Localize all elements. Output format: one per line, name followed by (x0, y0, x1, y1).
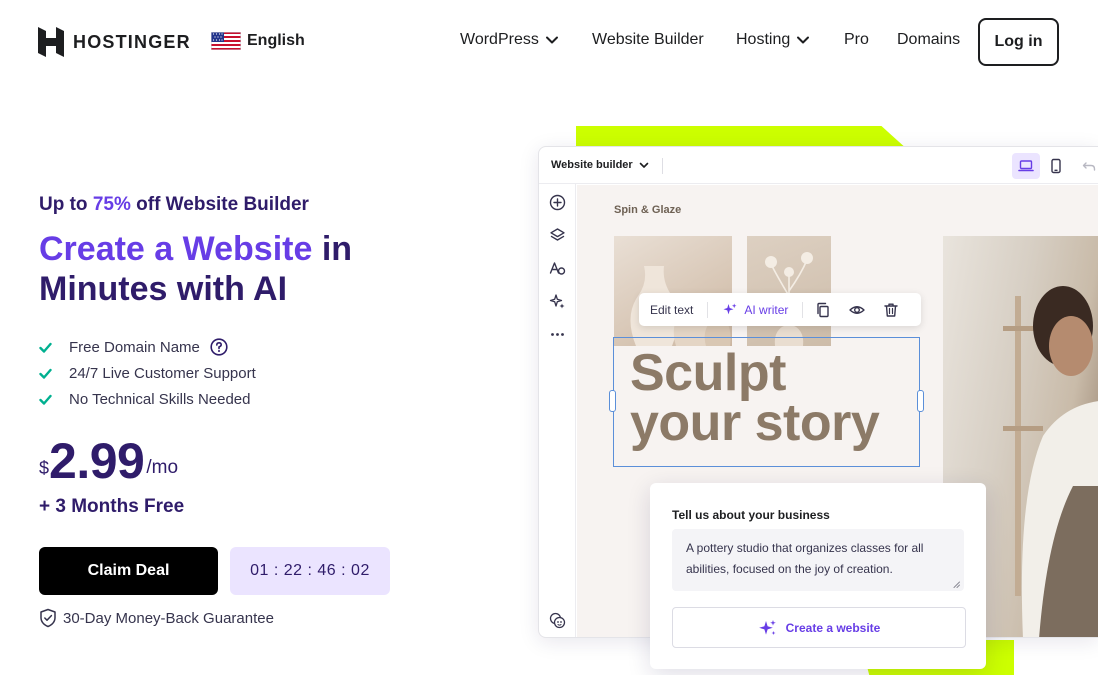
vases-illustration (630, 266, 731, 346)
more-icon[interactable] (549, 326, 566, 343)
hostinger-logo-link[interactable]: HOSTINGER (38, 27, 191, 57)
nav-domains[interactable]: Domains (897, 31, 960, 49)
bonus-text: + 3 Months Free (39, 496, 185, 517)
promo-text: Up to 75% off Website Builder (39, 194, 309, 216)
topbar-divider (662, 158, 663, 174)
headline-accent: Create a Website (39, 230, 313, 268)
site-brand-name: Spin & Glaze (614, 204, 682, 216)
promo-prefix: Up to (39, 194, 93, 215)
sparkles-icon[interactable] (549, 293, 566, 310)
ai-writer-label: AI writer (744, 302, 789, 317)
toolbar-divider (802, 301, 804, 318)
desktop-icon (1018, 160, 1034, 172)
promo-suffix: off Website Builder (130, 194, 309, 215)
headline-rest-2: Minutes with AI (39, 270, 288, 308)
create-website-label: Create a website (785, 620, 881, 635)
selected-text-block[interactable]: Sculpt your story (609, 337, 924, 467)
nav-pro[interactable]: Pro (844, 31, 869, 49)
resize-handle-left[interactable] (609, 390, 616, 412)
undo-icon (1082, 162, 1096, 171)
dried-flowers-image (747, 236, 831, 346)
ai-writer-button[interactable]: AI writer (722, 302, 788, 318)
shield-icon (40, 608, 56, 628)
check-icon (39, 368, 52, 379)
feature-label: 24/7 Live Customer Support (69, 364, 256, 382)
hostinger-logo-icon (38, 27, 64, 57)
site-header: HOSTINGER English WordPress Website Buil… (0, 0, 1098, 84)
feature-list: Free Domain Name 24/7 Live Customer Supp… (39, 334, 256, 412)
sparkles-icon (723, 303, 737, 314)
flowers-illustration (765, 252, 813, 346)
business-description-textarea[interactable]: A pottery studio that organizes classes … (672, 529, 964, 591)
price-period: /mo (146, 457, 179, 478)
builder-mode-label: Website builder (551, 159, 633, 171)
typography-icon[interactable] (549, 260, 566, 277)
chevron-down-icon (639, 162, 649, 168)
nav-pro-label: Pro (844, 31, 869, 48)
feature-item: Free Domain Name (39, 334, 256, 360)
claim-deal-button[interactable]: Claim Deal (39, 547, 218, 595)
language-label: English (247, 32, 305, 49)
site-headline-line-2: your story (630, 394, 880, 452)
nav-domains-label: Domains (897, 31, 961, 48)
site-headline: Sculpt your story (630, 347, 880, 449)
desktop-view-toggle[interactable] (1012, 153, 1040, 179)
nav-hosting[interactable]: Hosting (736, 31, 810, 49)
mobile-view-toggle[interactable] (1042, 153, 1070, 179)
money-back-guarantee: 30-Day Money-Back Guarantee (39, 608, 274, 628)
eye-icon[interactable] (849, 302, 866, 318)
business-description-value: A pottery studio that organizes classes … (686, 541, 924, 576)
nav-wordpress-label: WordPress (460, 31, 539, 48)
feature-item: 24/7 Live Customer Support (39, 360, 256, 386)
palette-icon[interactable] (549, 612, 566, 629)
check-icon (39, 394, 52, 405)
business-prompt-title: Tell us about your business (672, 508, 830, 522)
ai-business-prompt-card: Tell us about your business A pottery st… (650, 483, 986, 669)
chevron-down-icon (797, 36, 810, 44)
chevron-down-icon (545, 36, 558, 44)
trash-icon[interactable] (883, 302, 899, 318)
builder-topbar: Website builder (539, 147, 1098, 184)
toolbar-divider (707, 301, 709, 318)
language-selector[interactable]: English (211, 32, 305, 50)
pottery-vases-image (614, 236, 732, 346)
nav-website-builder[interactable]: Website Builder (592, 31, 704, 49)
builder-sidebar (539, 184, 576, 637)
price-amount: 2.99 (49, 433, 145, 489)
copy-icon[interactable] (815, 302, 831, 318)
edit-text-button[interactable]: Edit text (650, 303, 693, 317)
sparkles-icon (758, 619, 776, 635)
resize-grip-icon[interactable] (953, 581, 960, 588)
headline-rest-1: in (312, 230, 353, 268)
login-button[interactable]: Log in (978, 18, 1059, 66)
layers-icon[interactable] (549, 227, 566, 244)
help-circle-icon[interactable] (210, 338, 228, 356)
nav-website-builder-label: Website Builder (592, 31, 704, 48)
builder-mode-dropdown[interactable]: Website builder (551, 159, 649, 171)
create-website-button[interactable]: Create a website (672, 607, 966, 648)
feature-item: No Technical Skills Needed (39, 386, 256, 412)
countdown-timer: 01 : 22 : 46 : 02 (230, 547, 390, 595)
check-icon (39, 342, 52, 353)
feature-label: Free Domain Name (69, 338, 200, 356)
feature-label: No Technical Skills Needed (69, 390, 251, 408)
add-icon[interactable] (549, 194, 566, 211)
us-flag-icon (211, 32, 241, 50)
undo-button[interactable] (1075, 153, 1098, 179)
mobile-icon (1051, 158, 1061, 174)
promo-discount: 75% (92, 194, 131, 215)
text-edit-toolbar: Edit text AI writer (639, 293, 921, 326)
price-display: $ 2.99 /mo (39, 436, 178, 486)
hero-headline: Create a Website in Minutes with AI (39, 229, 459, 309)
nav-wordpress[interactable]: WordPress (460, 31, 559, 49)
nav-hosting-label: Hosting (736, 31, 791, 48)
resize-handle-right[interactable] (917, 390, 924, 412)
price-currency: $ (39, 458, 50, 478)
brand-name: HOSTINGER (73, 31, 191, 52)
guarantee-label: 30-Day Money-Back Guarantee (63, 609, 274, 627)
